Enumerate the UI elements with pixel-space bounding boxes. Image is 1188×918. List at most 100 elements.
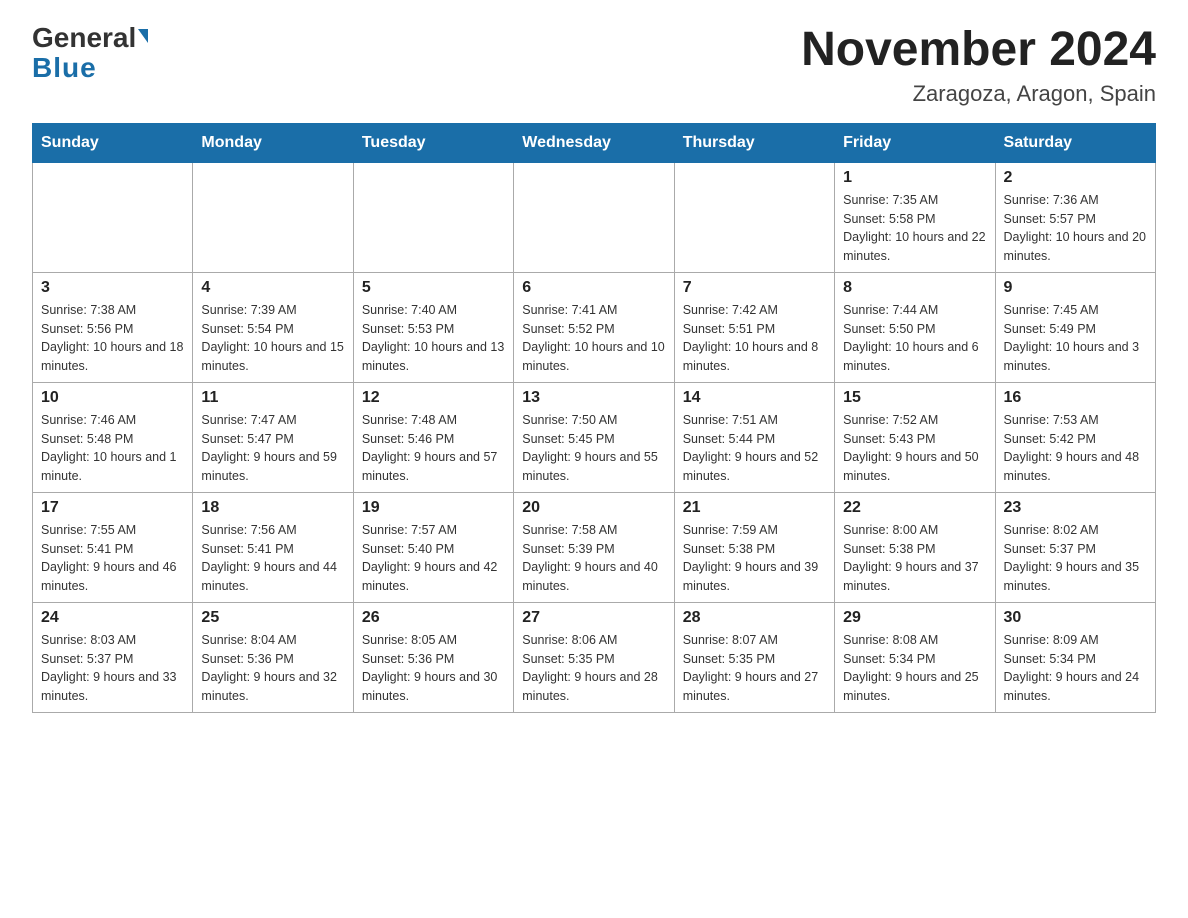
day-info-line: Daylight: 10 hours and 15 minutes.: [201, 340, 343, 373]
day-info-line: Sunrise: 8:08 AM: [843, 633, 938, 647]
day-info-line: Sunrise: 7:39 AM: [201, 303, 296, 317]
day-number: 9: [1004, 279, 1147, 297]
day-info-line: Sunrise: 8:07 AM: [683, 633, 778, 647]
day-info: Sunrise: 7:48 AMSunset: 5:46 PMDaylight:…: [362, 411, 505, 486]
calendar-cell: 5Sunrise: 7:40 AMSunset: 5:53 PMDaylight…: [353, 272, 513, 382]
day-info-line: Sunrise: 8:02 AM: [1004, 523, 1099, 537]
day-info-line: Sunrise: 7:35 AM: [843, 193, 938, 207]
day-info-line: Daylight: 9 hours and 30 minutes.: [362, 670, 498, 703]
day-info-line: Sunset: 5:44 PM: [683, 432, 775, 446]
day-info-line: Sunrise: 8:03 AM: [41, 633, 136, 647]
day-info-line: Daylight: 10 hours and 8 minutes.: [683, 340, 819, 373]
day-info: Sunrise: 7:40 AMSunset: 5:53 PMDaylight:…: [362, 301, 505, 376]
calendar-cell: 21 Sunrise: 7:59 AMSunset: 5:38 PMDayligh…: [674, 492, 834, 602]
day-info-line: Daylight: 9 hours and 44 minutes.: [201, 560, 337, 593]
calendar-cell: 15Sunrise: 7:52 AMSunset: 5:43 PMDayligh…: [835, 382, 995, 492]
day-info: Sunrise: 7:52 AMSunset: 5:43 PMDaylight:…: [843, 411, 986, 486]
day-number: 11: [201, 389, 344, 407]
day-info-line: Sunrise: 7:36 AM: [1004, 193, 1099, 207]
day-info: Sunrise: 8:04 AMSunset: 5:36 PMDaylight:…: [201, 631, 344, 706]
day-number: 7: [683, 279, 826, 297]
calendar-header-row: SundayMondayTuesdayWednesdayThursdayFrid…: [33, 123, 1156, 162]
day-info-line: Daylight: 9 hours and 39 minutes.: [683, 560, 819, 593]
day-info-line: Sunset: 5:34 PM: [1004, 652, 1096, 666]
day-info-line: Sunset: 5:46 PM: [362, 432, 454, 446]
calendar-cell: [193, 162, 353, 272]
day-number: 8: [843, 279, 986, 297]
logo-blue: Blue: [32, 52, 97, 84]
day-info-line: Daylight: 9 hours and 40 minutes.: [522, 560, 658, 593]
day-info-line: Sunrise: 8:00 AM: [843, 523, 938, 537]
calendar-week-4: 17Sunrise: 7:55 AMSunset: 5:41 PMDayligh…: [33, 492, 1156, 602]
day-info: Sunrise: 7:39 AMSunset: 5:54 PMDaylight:…: [201, 301, 344, 376]
day-info: Sunrise: 7:57 AMSunset: 5:40 PMDaylight:…: [362, 521, 505, 596]
day-info-line: Sunrise: 7:50 AM: [522, 413, 617, 427]
day-number: 18: [201, 499, 344, 517]
day-info-line: Sunrise: 7:46 AM: [41, 413, 136, 427]
day-info-line: Sunset: 5:42 PM: [1004, 432, 1096, 446]
day-number: 13: [522, 389, 665, 407]
day-info-line: Daylight: 10 hours and 20 minutes.: [1004, 230, 1146, 263]
day-info: Sunrise: 8:09 AM Sunset: 5:34 PM Daylight:…: [1004, 631, 1147, 706]
day-info-line: Sunrise: 7:41 AM: [522, 303, 617, 317]
column-header-thursday: Thursday: [674, 123, 834, 162]
day-number: 17: [41, 499, 184, 517]
day-info-line: Sunrise: 7:57 AM: [362, 523, 457, 537]
day-number: 10: [41, 389, 184, 407]
day-number: 21: [683, 499, 826, 517]
calendar-cell: 10Sunrise: 7:46 AMSunset: 5:48 PMDayligh…: [33, 382, 193, 492]
calendar-cell: 4Sunrise: 7:39 AMSunset: 5:54 PMDaylight…: [193, 272, 353, 382]
day-info-line: Sunset: 5:51 PM: [683, 322, 775, 336]
day-info-line: Daylight: 9 hours and 24 minutes.: [1004, 670, 1140, 703]
day-number: 1: [843, 169, 986, 187]
day-number: 29: [843, 609, 986, 627]
day-info-line: Sunrise: 7:42 AM: [683, 303, 778, 317]
day-info-line: Sunset: 5:48 PM: [41, 432, 133, 446]
calendar-week-5: 24Sunrise: 8:03 AMSunset: 5:37 PMDayligh…: [33, 602, 1156, 712]
day-info: Sunrise: 7:36 AMSunset: 5:57 PMDaylight:…: [1004, 191, 1147, 266]
day-number: 19: [362, 499, 505, 517]
day-info-line: Sunrise: 7:44 AM: [843, 303, 938, 317]
day-info: Sunrise: 7:59 AMSunset: 5:38 PMDaylight:…: [683, 521, 826, 596]
calendar-cell: 3Sunrise: 7:38 AMSunset: 5:56 PMDaylight…: [33, 272, 193, 382]
day-info: Sunrise: 7:46 AMSunset: 5:48 PMDaylight:…: [41, 411, 184, 486]
day-info-line: Sunrise: 7:53 AM: [1004, 413, 1099, 427]
day-info: Sunrise: 8:00 AMSunset: 5:38 PMDaylight:…: [843, 521, 986, 596]
day-info-line: Daylight: 10 hours and 22 minutes.: [843, 230, 985, 263]
day-info: Sunrise: 8:05 AMSunset: 5:36 PMDaylight:…: [362, 631, 505, 706]
day-info-line: Sunset: 5:36 PM: [362, 652, 454, 666]
day-info-line: Sunrise: 8:09 AM: [1004, 633, 1099, 647]
column-header-monday: Monday: [193, 123, 353, 162]
day-info-line: Sunrise: 8:06 AM: [522, 633, 617, 647]
calendar-cell: 28Sunrise: 8:07 AMSunset: 5:35 PMDayligh…: [674, 602, 834, 712]
day-info: Sunrise: 7:45 AMSunset: 5:49 PMDaylight:…: [1004, 301, 1147, 376]
page-header: General Blue November 2024 Zaragoza, Ara…: [32, 24, 1156, 107]
day-number: 30: [1004, 609, 1147, 627]
day-number: 3: [41, 279, 184, 297]
column-header-saturday: Saturday: [995, 123, 1155, 162]
day-info-line: Sunset: 5:39 PM: [522, 542, 614, 556]
day-info: Sunrise: 7:53 AMSunset: 5:42 PMDaylight:…: [1004, 411, 1147, 486]
day-info-line: Daylight: 10 hours and 6 minutes.: [843, 340, 979, 373]
calendar-cell: 23Sunrise: 8:02 AMSunset: 5:37 PMDayligh…: [995, 492, 1155, 602]
calendar-cell: 6Sunrise: 7:41 AMSunset: 5:52 PMDaylight…: [514, 272, 674, 382]
day-info-line: Sunrise: 7:51 AM: [683, 413, 778, 427]
day-info-line: Sunset: 5:45 PM: [522, 432, 614, 446]
day-info-line: Sunset: 5:56 PM: [41, 322, 133, 336]
day-number: 26: [362, 609, 505, 627]
logo: General Blue: [32, 24, 148, 84]
calendar-cell: 18Sunrise: 7:56 AMSunset: 5:41 PMDayligh…: [193, 492, 353, 602]
logo-triangle-icon: [138, 29, 148, 43]
day-info-line: Sunset: 5:43 PM: [843, 432, 935, 446]
day-info-line: Sunset: 5:49 PM: [1004, 322, 1096, 336]
column-header-tuesday: Tuesday: [353, 123, 513, 162]
calendar-cell: 1Sunrise: 7:35 AMSunset: 5:58 PMDaylight…: [835, 162, 995, 272]
calendar-cell: 30 Sunrise: 8:09 AM Sunset: 5:34 PM Dayligh…: [995, 602, 1155, 712]
calendar-cell: 8Sunrise: 7:44 AMSunset: 5:50 PMDaylight…: [835, 272, 995, 382]
logo-general: General: [32, 24, 136, 52]
day-info: Sunrise: 7:42 AM Sunset: 5:51 PM Daylight:…: [683, 301, 826, 376]
day-info-line: Daylight: 9 hours and 55 minutes.: [522, 450, 658, 483]
day-info: Sunrise: 7:50 AM Sunset: 5:45 PM Daylight:…: [522, 411, 665, 486]
calendar-cell: 27Sunrise: 8:06 AMSunset: 5:35 PMDayligh…: [514, 602, 674, 712]
day-info: Sunrise: 8:08 AMSunset: 5:34 PMDaylight:…: [843, 631, 986, 706]
